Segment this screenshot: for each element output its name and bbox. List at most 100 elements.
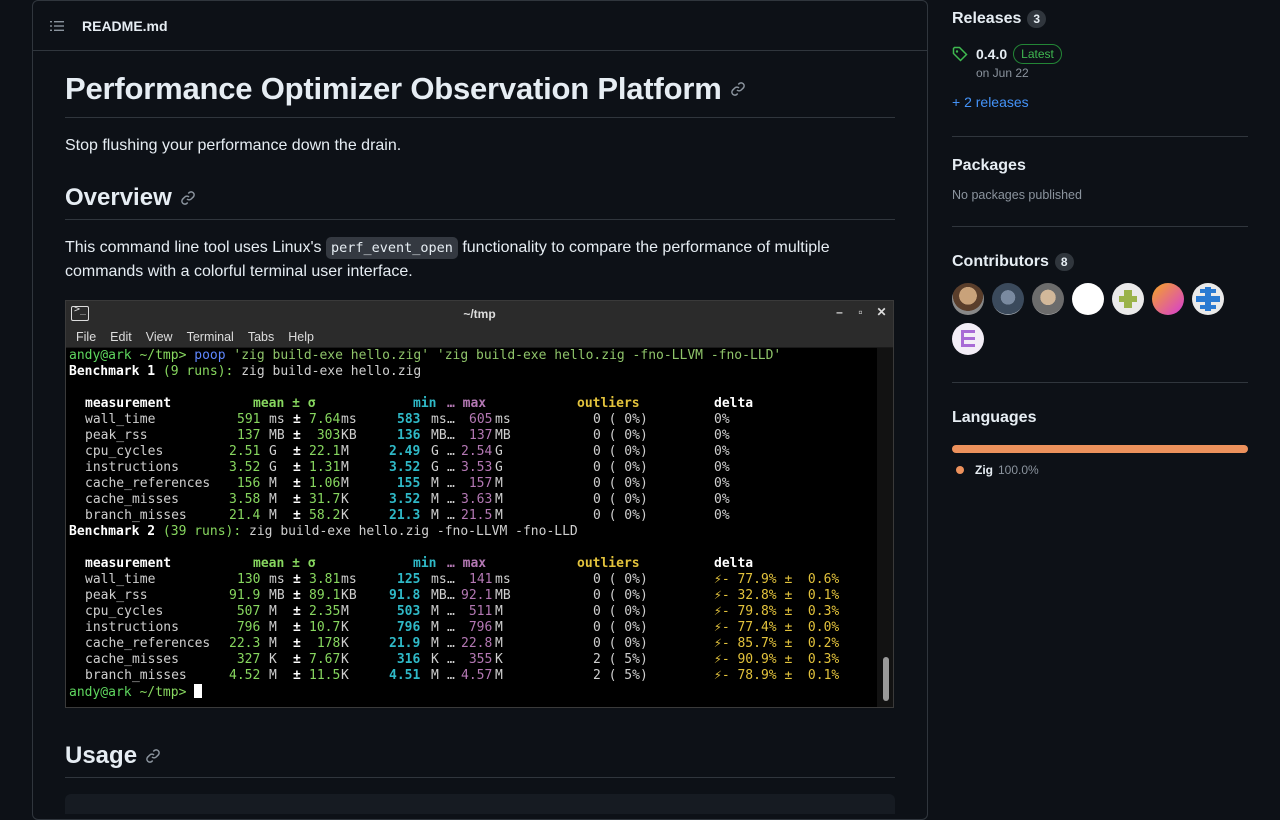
avatar[interactable]: [1192, 283, 1224, 315]
mean-value: 3.52: [229, 460, 261, 475]
tagline: Stop flushing your performance down the …: [65, 137, 402, 154]
avatar[interactable]: [1152, 283, 1184, 315]
minimize-icon[interactable]: –: [834, 305, 845, 319]
max-unit: M: [495, 604, 503, 619]
min-value: 136: [397, 428, 421, 443]
plus-minus: ±: [293, 668, 301, 683]
min-unit: ms: [431, 572, 447, 587]
menu-tabs[interactable]: Tabs: [248, 330, 274, 344]
mean-value: 22.3: [229, 636, 261, 651]
max-unit: M: [495, 508, 503, 523]
avatar-row: [952, 283, 1248, 315]
menu-terminal[interactable]: Terminal: [187, 330, 234, 344]
cursor[interactable]: [194, 684, 203, 698]
more-releases-link[interactable]: + 2 releases: [952, 94, 1248, 110]
avatar[interactable]: [1032, 283, 1064, 315]
delta-value: 0%: [714, 508, 730, 523]
releases-heading-text[interactable]: Releases: [952, 10, 1021, 28]
avatar[interactable]: [1112, 283, 1144, 315]
anchor-link-icon[interactable]: [180, 190, 196, 206]
ellipsis: …: [447, 444, 455, 459]
plus-minus: ±: [293, 620, 301, 635]
mean-value: 130: [237, 572, 261, 587]
packages-heading[interactable]: Packages: [952, 157, 1248, 175]
min-value: 583: [397, 412, 421, 427]
mean-value: 91.9: [229, 588, 261, 603]
menu-help[interactable]: Help: [288, 330, 314, 344]
header-outliers: outliers: [577, 556, 640, 571]
outline-list-icon[interactable]: [49, 18, 65, 34]
release-version[interactable]: 0.4.0: [976, 46, 1007, 62]
delta-value: 0%: [714, 444, 730, 459]
delta-value: ⚡- 77.4% ± 0.0%: [714, 620, 840, 635]
prompt-user: andy@ark: [69, 685, 132, 700]
menu-edit[interactable]: Edit: [110, 330, 132, 344]
latest-release[interactable]: 0.4.0 Latest on Jun 22: [952, 44, 1248, 80]
max-unit: ms: [495, 412, 511, 427]
menu-view[interactable]: View: [146, 330, 173, 344]
avatar[interactable]: [1072, 283, 1104, 315]
header-min: min: [413, 396, 437, 411]
delta-value: ⚡- 77.9% ± 0.6%: [714, 572, 840, 587]
language-item-zig[interactable]: Zig 100.0%: [952, 463, 1248, 477]
benchmark-runs: (9 runs):: [162, 364, 234, 379]
min-unit: K: [431, 652, 439, 667]
ellipsis: …: [447, 476, 455, 491]
outliers-value: 0 ( 0%): [593, 476, 648, 491]
prompt-user: andy@ark: [69, 348, 132, 363]
mean-unit: MB: [269, 428, 285, 443]
sd-value: 3.81: [309, 572, 341, 587]
max-value: 3.63: [461, 492, 493, 507]
sd-unit: K: [341, 620, 349, 635]
table-row: wall_time 130 ms ±3.81 ms 125 ms… 141 ms 0 ( 0%) ⚡…: [69, 572, 869, 588]
max-value: 21.5: [461, 508, 493, 523]
sd-value: 22.1: [309, 444, 341, 459]
min-unit: M: [431, 492, 439, 507]
measurement-name: cache_references: [85, 636, 211, 651]
terminal-scrollbar[interactable]: [883, 657, 889, 701]
close-icon[interactable]: ✕: [876, 305, 887, 319]
mean-unit: K: [269, 652, 277, 667]
command-args: 'zig build-exe hello.zig' 'zig build-exe…: [233, 348, 782, 363]
anchor-link-icon[interactable]: [730, 81, 746, 97]
measurement-name: cpu_cycles: [85, 444, 164, 459]
terminal-scroll-track[interactable]: [877, 348, 893, 707]
header-max: … max: [447, 556, 487, 571]
plus-minus: ±: [293, 476, 301, 491]
table-header: measurement mean ± σ min … max outliers delta: [69, 396, 869, 412]
outliers-value: 0 ( 0%): [593, 508, 648, 523]
table-row: instructions 796 M ±10.7 K 796 M… 796 M 0 ( 0%…: [69, 620, 869, 636]
delta-value: ⚡- 32.8% ± 0.1%: [714, 588, 840, 603]
readme-filename: README.md: [82, 17, 168, 34]
anchor-link-icon[interactable]: [145, 748, 161, 764]
avatar[interactable]: [992, 283, 1024, 315]
max-unit: M: [495, 620, 503, 635]
min-value: 796: [389, 620, 421, 635]
mean-unit: M: [269, 636, 277, 651]
min-unit: ms: [431, 412, 447, 427]
sd-value: 1.06: [309, 476, 341, 491]
languages-section: Languages Zig 100.0%: [952, 383, 1248, 477]
header-delta: delta: [714, 556, 754, 571]
plus-minus: ±: [293, 460, 301, 475]
max-value: 137: [469, 428, 493, 443]
prompt-dir: ~/tmp>: [139, 685, 187, 700]
avatar[interactable]: [952, 323, 984, 355]
maximize-icon[interactable]: ▫: [855, 305, 866, 319]
releases-heading[interactable]: Releases 3: [952, 10, 1248, 28]
table-row: cache_misses 327 K ±7.67 K 316 K… 355 K 2 ( 5%…: [69, 652, 869, 668]
contributors-heading-text[interactable]: Contributors: [952, 253, 1049, 271]
plus-minus: ±: [293, 444, 301, 459]
measurement-name: cache_references: [85, 476, 211, 491]
language-bar: [952, 445, 1248, 453]
measurement-name: branch_misses: [85, 508, 187, 523]
avatar[interactable]: [952, 283, 984, 315]
overview-text-2: functionality to compare the performance…: [457, 239, 830, 256]
usage-heading: Usage: [65, 742, 895, 778]
contributors-heading[interactable]: Contributors 8: [952, 253, 1248, 271]
menu-file[interactable]: File: [76, 330, 96, 344]
max-value: 92.1: [461, 588, 493, 603]
mean-value: 796: [229, 620, 261, 635]
ellipsis: …: [447, 508, 455, 523]
measurement-name: wall_time: [85, 412, 156, 427]
